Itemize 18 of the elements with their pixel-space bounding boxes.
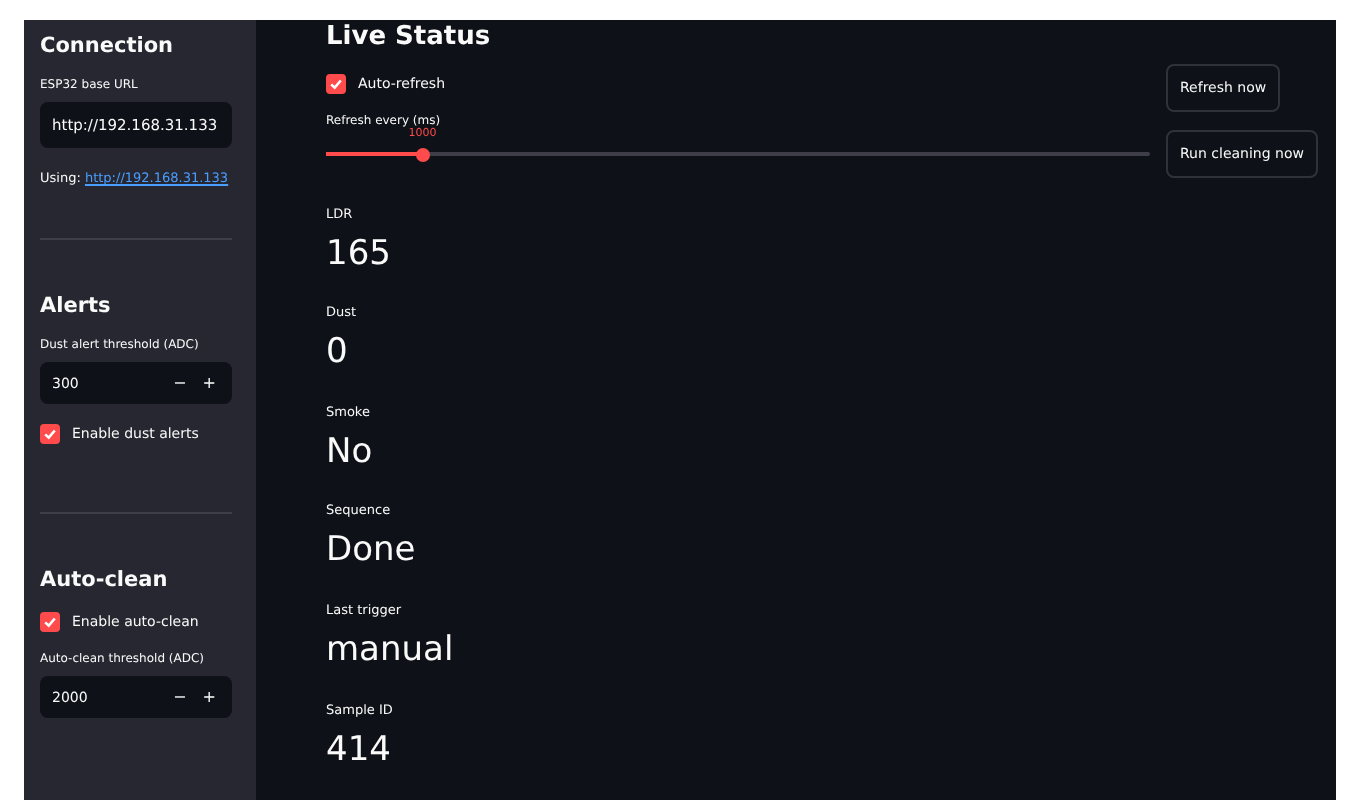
page-title: Live Status <box>326 22 491 54</box>
metric-value: 414 <box>326 729 391 770</box>
increment-button[interactable]: + <box>194 688 224 706</box>
metric-value: Done <box>326 530 416 571</box>
metric-value: 165 <box>326 233 391 274</box>
metric-value: manual <box>326 630 454 670</box>
metric-value: 0 <box>326 332 348 373</box>
decrement-button[interactable]: − <box>165 374 195 392</box>
increment-button[interactable]: + <box>194 374 224 392</box>
checkbox[interactable] <box>326 74 346 94</box>
section-heading: Alerts <box>40 294 111 318</box>
checkbox[interactable] <box>40 424 60 444</box>
metric-value: No <box>326 431 373 472</box>
checkbox[interactable] <box>40 612 60 632</box>
section-heading: Auto-clean <box>40 568 168 592</box>
section-heading: Connection <box>40 34 174 58</box>
slider-thumb[interactable] <box>415 147 430 161</box>
decrement-button[interactable]: − <box>165 688 195 706</box>
